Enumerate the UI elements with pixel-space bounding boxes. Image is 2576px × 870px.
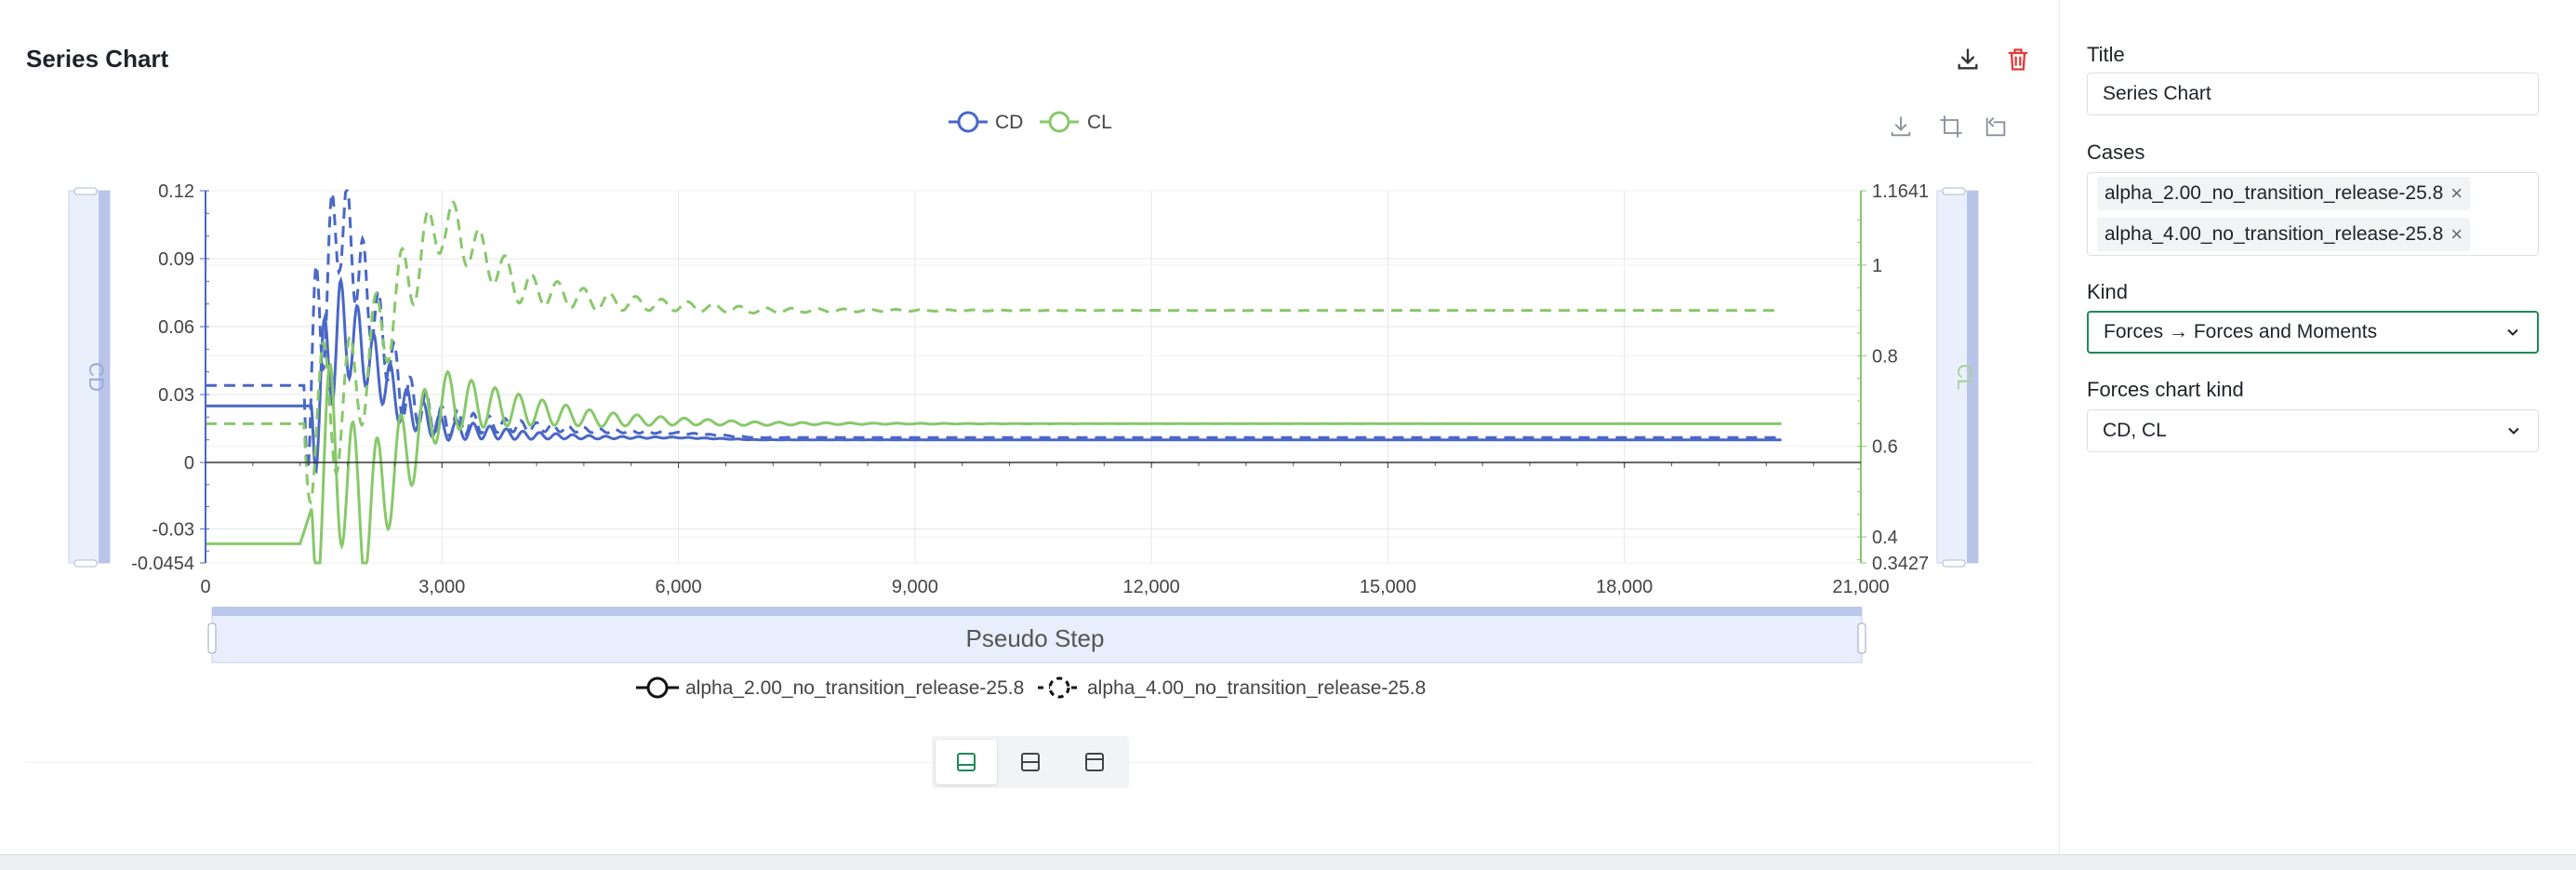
y-left-tick-label: 0.03 (158, 385, 194, 406)
legend-cl[interactable]: CL (1040, 111, 1112, 133)
x-axis-title: Pseudo Step (966, 624, 1105, 652)
chart-axes: 0 3,000 6,000 9,000 12,000 15,000 18,000 21,000… (131, 181, 1929, 597)
y-right-tick-label: 1.1641 (1872, 181, 1929, 202)
cases-multiselect[interactable]: alpha_2.00_no_transition_release-25.8 × … (2087, 172, 2539, 256)
legend-cd[interactable]: CD (949, 111, 1023, 133)
y-zoom-right-label: CL (1953, 364, 1976, 390)
kind-label: Kind (2087, 280, 2129, 303)
title-input-value: Series Chart (2103, 83, 2211, 104)
case-tag: alpha_2.00_no_transition_release-25.8 × (2097, 177, 2471, 210)
series-chart-card: Series Chart CD CL CD CL 0 3,000 6,000 9… (0, 0, 2576, 855)
y-right-tick-label: 1 (1872, 256, 1882, 276)
remove-tag-icon[interactable]: × (2450, 181, 2463, 206)
chart-grid (205, 190, 1862, 564)
y-left-tick-label: 0.09 (158, 249, 194, 270)
title-label: Title (2087, 43, 2125, 66)
y-zoom-slider-right[interactable]: CL (1936, 187, 1979, 568)
x-tick-label: 9,000 (892, 577, 938, 597)
forces-chart-kind-label: Forces chart kind (2087, 378, 2244, 401)
y-zoom-slider-left[interactable]: CD (68, 187, 111, 568)
case-tag-label: alpha_2.00_no_transition_release-25.8 (2105, 182, 2444, 204)
layout-split-icon[interactable] (1000, 740, 1061, 784)
x-tick-label: 3,000 (418, 577, 465, 597)
chevron-down-icon (2508, 427, 2519, 435)
y-right-tick-label: 0.6 (1872, 437, 1898, 458)
x-tick-label: 12,000 (1123, 577, 1180, 597)
legend-case-2-label: alpha_4.00_no_transition_release-25.8 (1087, 677, 1426, 699)
y-left-tick-label: -0.03 (152, 519, 194, 540)
y-left-tick-label: -0.0454 (131, 554, 194, 574)
layout-bottom-icon[interactable] (936, 740, 997, 784)
x-zoom-slider[interactable]: Pseudo Step (207, 607, 1866, 663)
y-right-tick-label: 0.8 (1872, 346, 1898, 367)
legend-cd-label: CD (995, 112, 1023, 133)
y-right-tick-label: 0.4 (1872, 528, 1898, 548)
case-tag: alpha_4.00_no_transition_release-25.8 × (2097, 218, 2471, 251)
case-tag-label: alpha_4.00_no_transition_release-25.8 (2105, 223, 2444, 245)
chevron-down-icon (2507, 328, 2518, 336)
kind-select[interactable]: Forces → Forces and Moments (2087, 311, 2539, 354)
legend-cl-label: CL (1087, 112, 1112, 133)
forces-chart-kind-select[interactable]: CD, CL (2087, 409, 2539, 452)
y-right-tick-label: 0.3427 (1872, 554, 1929, 574)
y-left-tick-label: 0.06 (158, 317, 194, 338)
panel-divider (2059, 0, 2060, 854)
x-tick-label: 6,000 (656, 577, 702, 597)
layout-top-icon[interactable] (1064, 740, 1125, 784)
x-tick-label: 18,000 (1596, 577, 1653, 597)
series-chart: CD CL CD CL 0 3,000 6,000 9,000 12,000 15,00 (68, 111, 1979, 699)
plot-area (205, 190, 1862, 564)
legend-case-2[interactable]: alpha_4.00_no_transition_release-25.8 (1038, 676, 1426, 699)
kind-select-value: Forces → Forces and Moments (2104, 321, 2378, 342)
legend-top[interactable]: CD CL (949, 111, 1112, 133)
cases-label: Cases (2087, 141, 2145, 164)
forces-chart-kind-value: CD, CL (2103, 420, 2167, 441)
x-tick-label: 15,000 (1360, 577, 1416, 597)
x-tick-label: 0 (200, 577, 210, 597)
legend-case-1-label: alpha_2.00_no_transition_release-25.8 (685, 677, 1024, 699)
x-tick-label: 21,000 (1832, 577, 1889, 597)
remove-tag-icon[interactable]: × (2450, 222, 2463, 247)
y-left-tick-label: 0 (184, 453, 194, 474)
title-input[interactable]: Series Chart (2087, 73, 2539, 115)
y-left-tick-label: 0.12 (158, 181, 194, 202)
layout-switcher (932, 736, 1129, 788)
y-zoom-left-label: CD (85, 362, 108, 392)
legend-bottom[interactable]: alpha_2.00_no_transition_release-25.8 al… (636, 676, 1426, 699)
legend-case-1[interactable]: alpha_2.00_no_transition_release-25.8 (636, 676, 1024, 699)
